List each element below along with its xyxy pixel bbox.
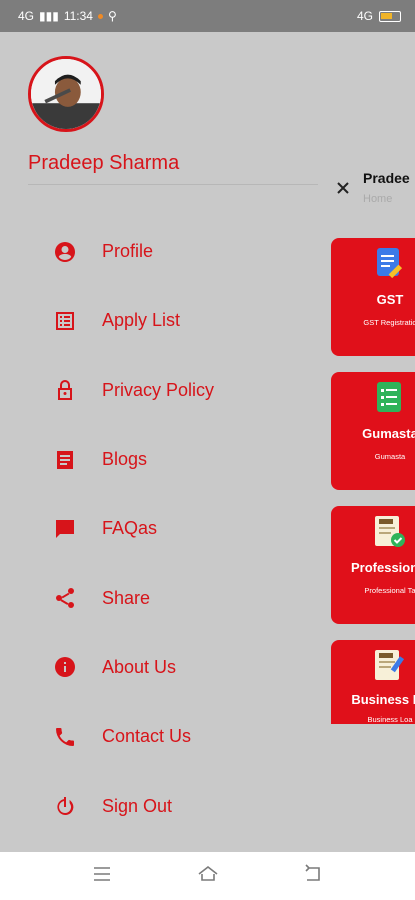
service-card-title: Business Lo <box>351 692 415 707</box>
drawer-menu: Profile Apply List Privacy Policy Blogs … <box>0 217 330 841</box>
list-alt-icon <box>52 308 78 334</box>
service-card-subtitle: Business Loa <box>367 715 413 724</box>
service-card-title: GST <box>376 292 404 307</box>
battery-icon <box>379 10 401 22</box>
menu-item-profile[interactable]: Profile <box>0 217 330 286</box>
signal-label: 4G <box>18 9 35 23</box>
article-icon <box>52 447 78 473</box>
menu-label: FAQas <box>102 518 158 539</box>
close-icon[interactable] <box>333 178 353 198</box>
system-navigation-bar <box>0 852 415 900</box>
avatar-image <box>31 59 101 129</box>
service-card-gumasta[interactable]: Gumasta Gumasta <box>331 372 415 490</box>
usb-icon: ⚲ <box>107 9 117 23</box>
divider <box>28 184 318 185</box>
share-icon <box>52 585 78 611</box>
status-left: 4G ▮▮▮ 11:34 ⚲ <box>18 9 117 23</box>
checklist-icon <box>377 382 401 412</box>
menu-item-blogs[interactable]: Blogs <box>0 425 330 494</box>
service-card-title: Professional <box>350 560 415 575</box>
menu-label: About Us <box>102 656 177 677</box>
signal-right-label: 4G <box>356 9 373 23</box>
document-icon <box>377 248 403 279</box>
menu-item-privacy-policy[interactable]: Privacy Policy <box>0 356 330 425</box>
menu-item-about-us[interactable]: About Us <box>0 633 330 702</box>
menu-item-contact-us[interactable]: Contact Us <box>0 702 330 771</box>
back-icon[interactable] <box>301 862 325 891</box>
chat-icon <box>52 516 78 542</box>
menu-label: Profile <box>102 241 154 262</box>
service-card-business-loan[interactable]: Business Lo Business Loa <box>331 640 415 724</box>
menu-label: Contact Us <box>102 726 192 747</box>
menu-item-faqas[interactable]: FAQas <box>0 494 330 563</box>
status-time: 11:34 <box>63 9 93 23</box>
status-bar: 4G ▮▮▮ 11:34 ⚲ 4G <box>0 0 415 32</box>
lock-icon <box>52 377 78 403</box>
service-card-professional[interactable]: Professional Professional Ta <box>331 506 415 624</box>
service-card-subtitle: GST Registratio <box>363 318 415 327</box>
user-name: Pradeep Sharma <box>28 152 180 174</box>
menu-label: Privacy Policy <box>102 379 215 400</box>
service-card-title: Gumasta <box>362 426 415 441</box>
page-title: Pradee <box>363 170 410 186</box>
service-card-gst[interactable]: GST GST Registratio <box>331 238 415 356</box>
loan-document-icon <box>375 650 405 680</box>
navigation-drawer: Pradeep Sharma Profile Apply List Privac… <box>0 32 330 852</box>
service-card-subtitle: Professional Ta <box>364 586 415 595</box>
menu-label: Apply List <box>102 310 181 331</box>
power-icon <box>52 793 78 819</box>
menu-icon[interactable] <box>90 862 114 891</box>
home-icon[interactable] <box>196 862 220 891</box>
service-card-subtitle: Gumasta <box>374 452 406 461</box>
status-right: 4G <box>357 9 401 23</box>
signal-icon: ▮▮▮ <box>39 9 59 23</box>
phone-icon <box>52 724 78 750</box>
menu-item-share[interactable]: Share <box>0 563 330 632</box>
menu-label: Sign Out <box>102 795 173 816</box>
info-icon <box>52 654 78 680</box>
menu-item-sign-out[interactable]: Sign Out <box>0 771 330 840</box>
menu-label: Blogs <box>102 449 148 470</box>
notification-dot-icon <box>97 13 103 19</box>
breadcrumb: Home <box>363 193 393 205</box>
account-circle-icon <box>52 239 78 265</box>
menu-item-apply-list[interactable]: Apply List <box>0 286 330 355</box>
tax-document-icon <box>375 516 405 547</box>
menu-label: Share <box>102 587 151 608</box>
avatar[interactable] <box>28 56 104 132</box>
